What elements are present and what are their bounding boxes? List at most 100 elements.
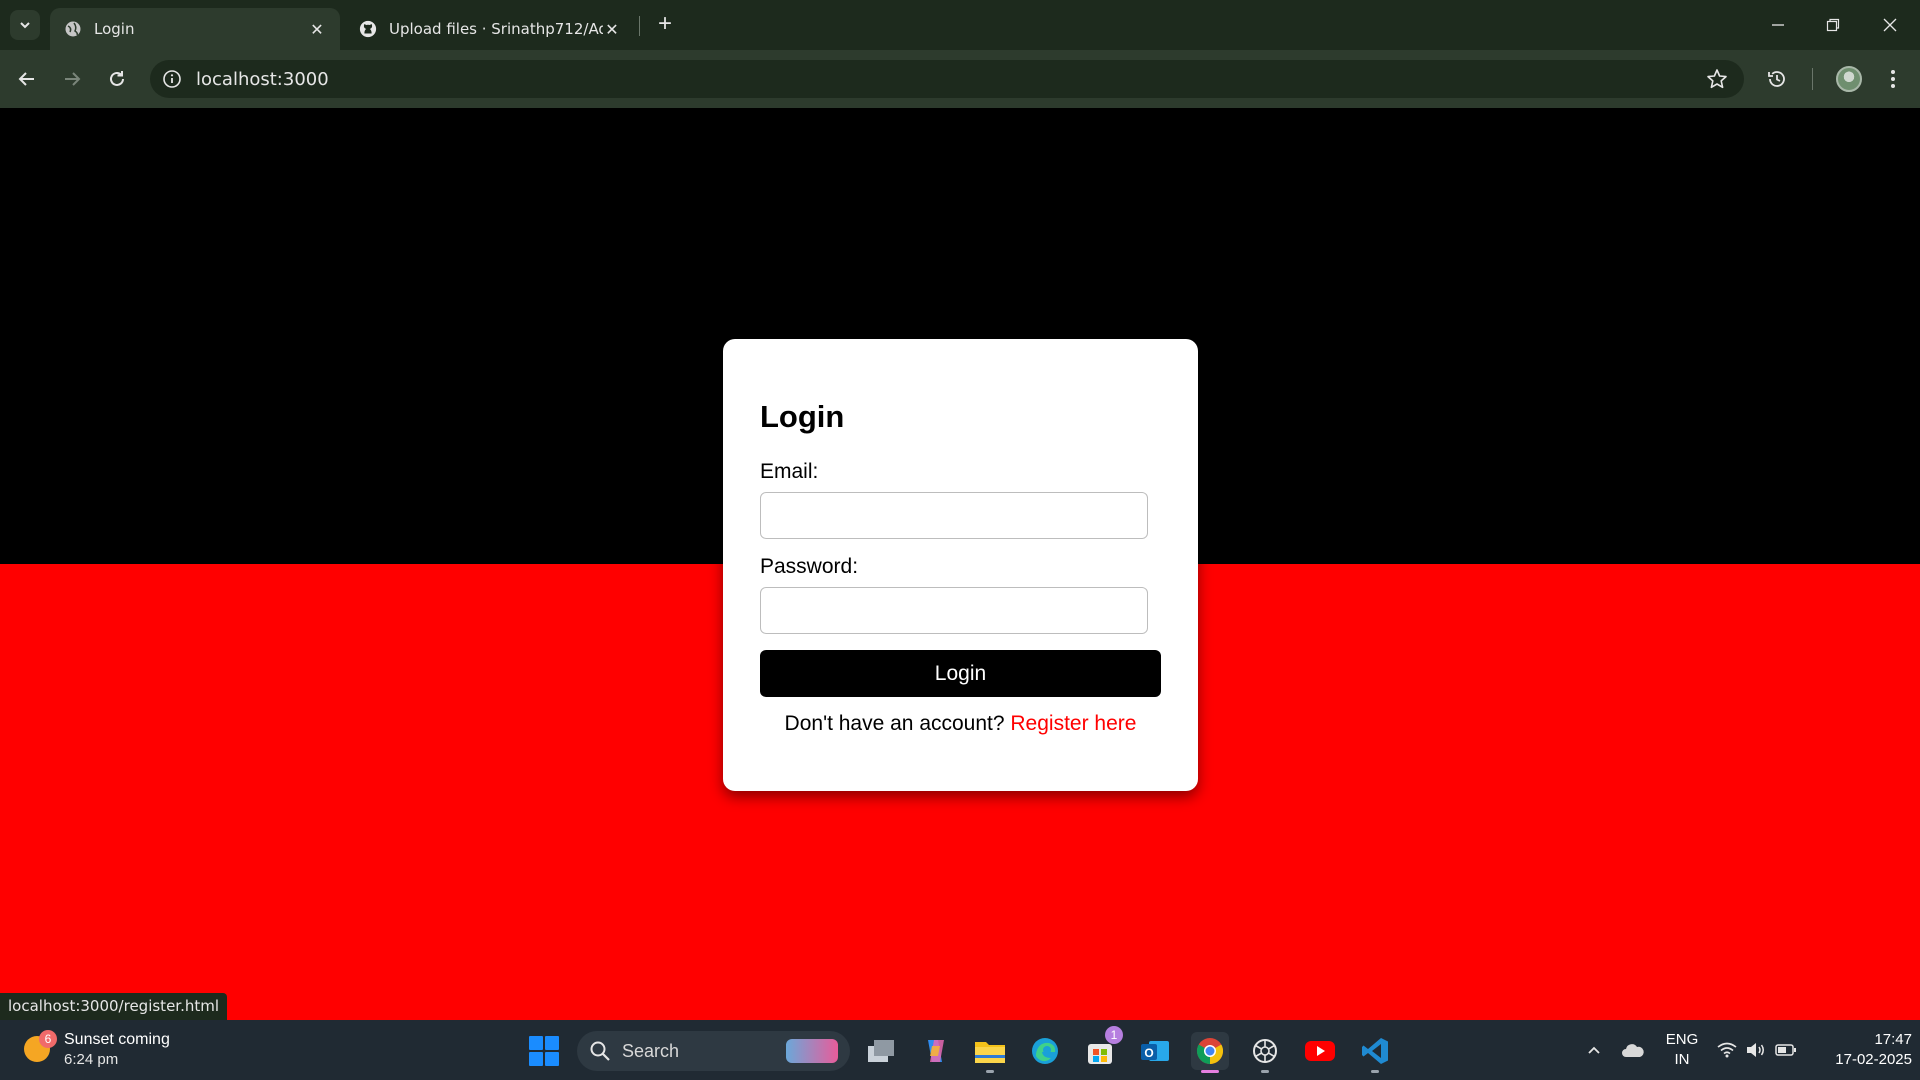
close-icon[interactable]: ✕: [308, 20, 326, 39]
minimize-icon: [1772, 24, 1784, 26]
running-indicator: [986, 1070, 994, 1073]
restore-icon: [1826, 18, 1840, 32]
back-button[interactable]: [12, 64, 42, 94]
edge-button[interactable]: [1026, 1032, 1064, 1070]
register-prompt-text: Don't have an account?: [784, 712, 1005, 735]
svg-text:O: O: [1144, 1046, 1153, 1060]
bookmark-star-icon[interactable]: [1706, 68, 1728, 90]
tab-title: Upload files · Srinathp712/Adva: [389, 20, 603, 38]
windows-logo-pane: [545, 1036, 559, 1050]
history-button[interactable]: [1764, 66, 1790, 92]
input-language-button[interactable]: ENG IN: [1662, 1030, 1702, 1070]
copilot-button[interactable]: [916, 1032, 954, 1070]
login-button[interactable]: Login: [760, 650, 1161, 697]
clock-time: 17:47: [1874, 1031, 1912, 1048]
restore-button[interactable]: [1815, 10, 1851, 40]
info-icon[interactable]: [162, 69, 182, 89]
github-icon: [359, 20, 377, 38]
youtube-icon: [1305, 1041, 1335, 1061]
more-vertical-icon: [1891, 70, 1895, 88]
address-bar[interactable]: localhost:3000: [150, 60, 1744, 98]
chatgpt-button[interactable]: [1246, 1032, 1284, 1073]
search-label: Search: [622, 1041, 680, 1061]
battery-icon: [1775, 1044, 1796, 1056]
clock-date: 17-02-2025: [1835, 1051, 1912, 1068]
running-indicator: [1201, 1070, 1219, 1073]
toolbar-separator: [1812, 68, 1813, 90]
task-view-button[interactable]: [862, 1032, 900, 1070]
search-icon: [590, 1041, 610, 1061]
tab-search-button[interactable]: [10, 10, 40, 40]
lang-region: IN: [1674, 1051, 1690, 1068]
running-indicator: [1261, 1070, 1269, 1073]
cloud-icon: [1622, 1044, 1644, 1057]
tray-overflow-button[interactable]: [1582, 1036, 1606, 1064]
battery-button[interactable]: [1772, 1036, 1800, 1064]
chatgpt-icon: [1253, 1039, 1277, 1063]
globe-icon: [64, 20, 82, 38]
folder-icon: [975, 1042, 1005, 1063]
taskbar-search[interactable]: Search: [577, 1031, 850, 1071]
task-view-icon: [868, 1040, 894, 1062]
reload-icon: [110, 71, 124, 86]
search-highlight-icon: [786, 1039, 838, 1063]
lang-code: ENG: [1665, 1031, 1699, 1048]
register-link[interactable]: Register here: [1010, 712, 1136, 735]
youtube-button[interactable]: [1301, 1032, 1339, 1070]
start-button[interactable]: [529, 1036, 559, 1066]
login-card: Login Email: Password: Login Don't have …: [723, 339, 1198, 791]
reload-button[interactable]: [102, 64, 132, 94]
login-heading: Login: [760, 399, 845, 434]
menu-button[interactable]: [1880, 66, 1906, 92]
arrow-left-icon: [18, 72, 34, 86]
password-field[interactable]: [760, 587, 1148, 634]
wifi-button[interactable]: [1714, 1036, 1740, 1064]
email-field[interactable]: [760, 492, 1148, 539]
chevron-down-icon: [20, 22, 30, 29]
wifi-icon: [1717, 1042, 1737, 1058]
vscode-icon: [1362, 1038, 1388, 1064]
password-label: Password:: [760, 555, 859, 578]
forward-button[interactable]: [57, 64, 87, 94]
speaker-icon: [1747, 1043, 1764, 1057]
status-bar-url: localhost:3000/register.html: [0, 993, 228, 1020]
tab-divider: [639, 16, 640, 36]
tab-title: Login: [94, 20, 135, 38]
page-viewport: Login Email: Password: Login Don't have …: [0, 108, 1920, 1020]
edge-icon: [1032, 1038, 1058, 1064]
tab-upload-files[interactable]: Upload files · Srinathp712/Adva ✕: [345, 8, 635, 50]
address-url[interactable]: localhost:3000: [196, 69, 329, 90]
onedrive-button[interactable]: [1618, 1036, 1648, 1064]
chevron-up-icon: [1588, 1046, 1600, 1054]
chrome-button[interactable]: [1191, 1032, 1229, 1073]
profile-avatar[interactable]: [1836, 66, 1862, 92]
arrow-right-icon: [65, 72, 81, 86]
running-indicator: [1371, 1070, 1379, 1073]
file-explorer-button[interactable]: [971, 1032, 1009, 1073]
chrome-icon: [1196, 1038, 1224, 1065]
weather-title: Sunset coming: [64, 1031, 170, 1048]
windows-logo-pane: [545, 1052, 559, 1066]
weather-widget[interactable]: 6 Sunset coming 6:24 pm: [20, 1028, 180, 1072]
weather-subtitle: 6:24 pm: [64, 1051, 119, 1068]
clock[interactable]: 17:47 17-02-2025: [1812, 1030, 1912, 1070]
minimize-button[interactable]: [1760, 10, 1796, 40]
new-tab-button[interactable]: +: [652, 12, 678, 38]
windows-logo-pane: [529, 1052, 543, 1066]
close-window-button[interactable]: [1872, 10, 1908, 40]
copilot-icon: [928, 1040, 944, 1062]
weather-badge: 6: [39, 1030, 57, 1048]
outlook-icon: O: [1141, 1041, 1169, 1061]
store-badge: 1: [1105, 1026, 1123, 1044]
tab-login[interactable]: Login ✕: [50, 8, 340, 50]
email-label: Email:: [760, 460, 819, 483]
close-icon[interactable]: ✕: [603, 20, 621, 39]
store-button[interactable]: 1: [1081, 1026, 1123, 1070]
history-icon: [1768, 71, 1785, 87]
windows-logo-pane: [529, 1036, 543, 1050]
register-prompt: Don't have an account? Register here: [723, 712, 1198, 736]
close-icon: [1883, 18, 1897, 32]
vscode-button[interactable]: [1356, 1032, 1394, 1073]
volume-button[interactable]: [1743, 1036, 1769, 1064]
outlook-button[interactable]: O: [1136, 1032, 1174, 1070]
